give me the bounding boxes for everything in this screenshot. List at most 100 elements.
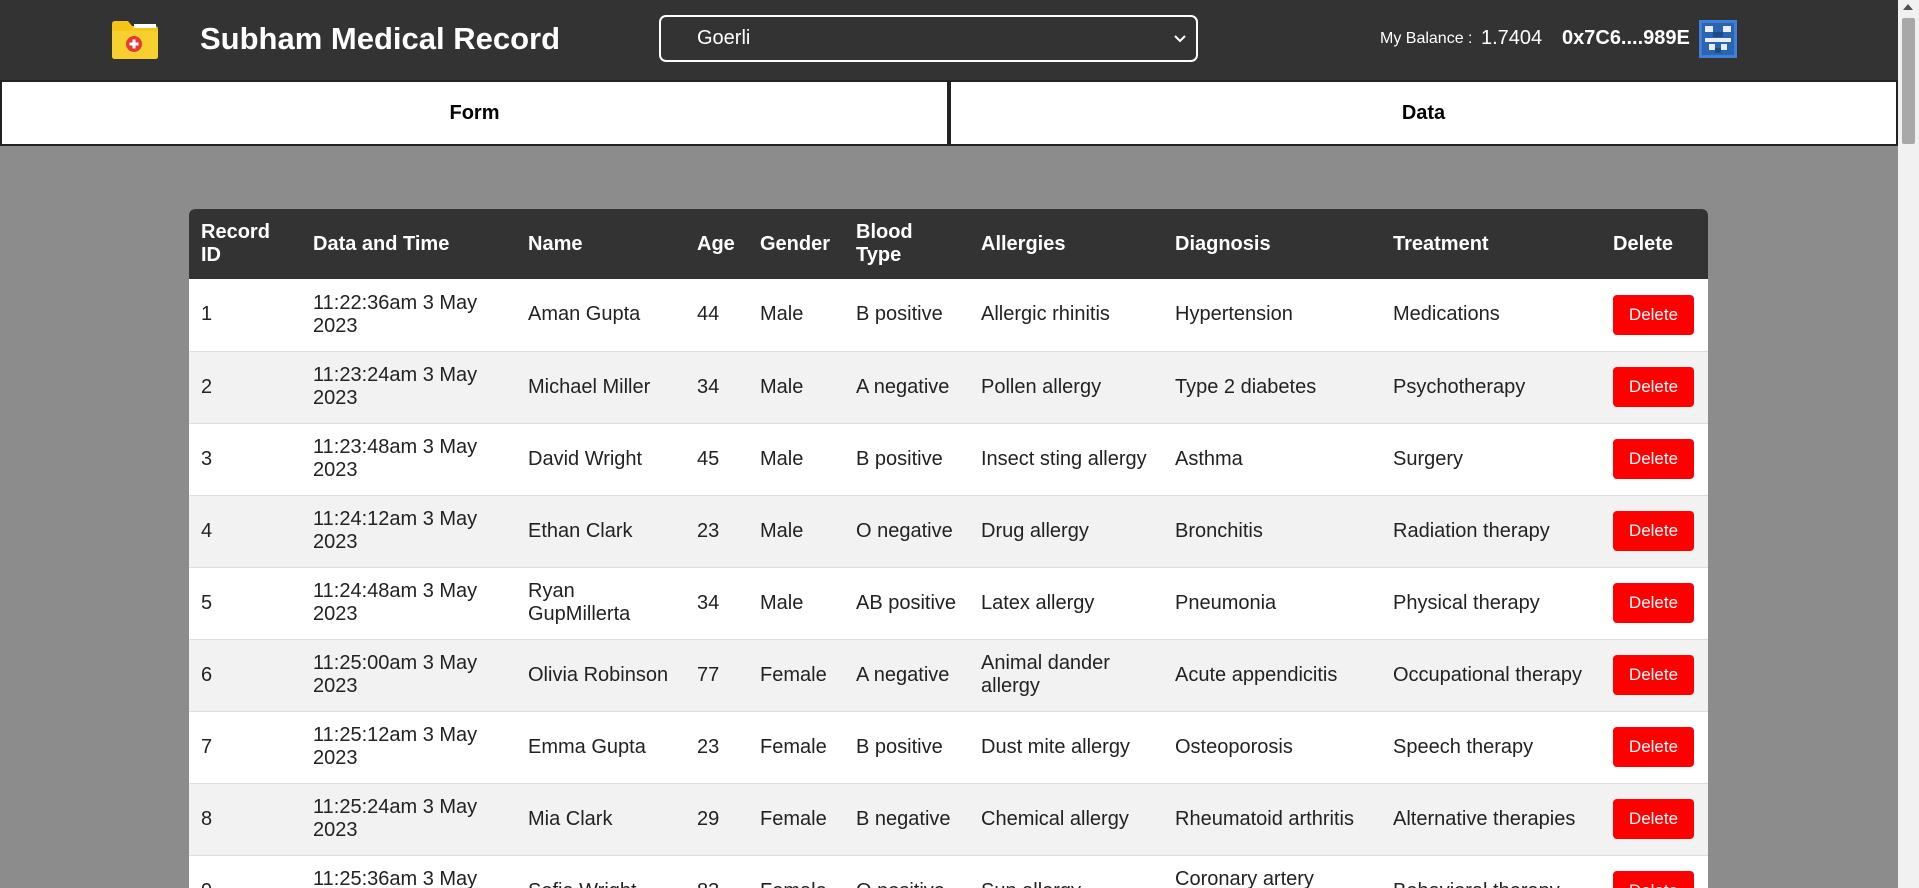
delete-button[interactable]: Delete xyxy=(1613,511,1694,551)
table-row: 1 11:22:36am 3 May 2023 Aman Gupta 44 Male B … xyxy=(189,279,1708,351)
record-id-cell: 2 xyxy=(201,375,213,398)
name-cell: Ryan GupMillerta xyxy=(528,580,631,625)
treatment-cell: Psychotherapy xyxy=(1393,375,1526,398)
record-id-cell: 4 xyxy=(201,519,213,542)
network-select[interactable]: Goerli xyxy=(659,15,1198,62)
datetime-cell: 11:24:12am 3 May 2023 xyxy=(313,508,478,553)
record-id-cell: 5 xyxy=(201,591,213,614)
delete-cell: Delete xyxy=(1601,279,1708,351)
datetime-cell: 11:24:48am 3 May 2023 xyxy=(313,580,478,625)
delete-cell: Delete xyxy=(1601,855,1708,888)
age-cell: 23 xyxy=(697,735,720,758)
diagnosis-cell: Rheumatoid arthritis xyxy=(1175,807,1354,830)
treatment-cell: Behavioral therapy xyxy=(1381,855,1601,888)
delete-button[interactable]: Delete xyxy=(1613,367,1694,407)
age-cell: 83 xyxy=(685,855,748,888)
table-row: 5 11:24:48am 3 May 2023 Ryan GupMillerta 34… xyxy=(189,567,1708,639)
table-row: 8 11:25:24am 3 May 2023 Mia Clark 29 Female B… xyxy=(189,783,1708,855)
tab-form[interactable]: Form xyxy=(0,80,949,146)
datetime-cell: 11:25:12am 3 May 2023 xyxy=(313,724,478,769)
records-table-container: Record ID Data and Time Name Age Gender … xyxy=(189,209,1708,888)
app-title: Subham Medical Record xyxy=(200,21,561,56)
gender-cell: Male xyxy=(760,591,804,614)
scroll-up-arrow-icon[interactable] xyxy=(1903,4,1913,10)
gender-cell: Male xyxy=(760,303,804,326)
age-cell: 29 xyxy=(697,807,720,830)
blood-type-cell: O negative xyxy=(856,519,953,542)
blood-type-cell: B positive xyxy=(856,447,943,470)
datetime-cell: 11:25:36am 3 May 2023 xyxy=(313,868,478,888)
page-scrollbar[interactable] xyxy=(1898,0,1919,888)
delete-button[interactable]: Delete xyxy=(1613,799,1694,839)
top-header: Subham Medical Record Goerli My Balance … xyxy=(0,0,1898,80)
allergies-cell: Dust mite allergy xyxy=(981,735,1130,758)
column-header: Record ID xyxy=(201,221,270,266)
blood-type-cell: A negative xyxy=(856,375,950,398)
record-id-cell: 7 xyxy=(201,735,213,758)
delete-button[interactable]: Delete xyxy=(1613,294,1694,335)
diagnosis-cell: Bronchitis xyxy=(1175,519,1263,542)
diagnosis-cell: Osteoporosis xyxy=(1175,735,1293,758)
record-id-cell: 9 xyxy=(189,855,301,888)
column-header: Gender xyxy=(760,232,831,255)
column-header: Treatment xyxy=(1393,232,1489,255)
gender-cell: Female xyxy=(748,855,844,888)
blood-type-cell: A negative xyxy=(856,663,950,686)
wallet-avatar-icon[interactable] xyxy=(1699,20,1737,58)
tab-data[interactable]: Data xyxy=(949,80,1898,146)
delete-cell: Delete xyxy=(1601,351,1708,423)
gender-cell: Male xyxy=(760,447,804,470)
name-cell: David Wright xyxy=(528,447,643,470)
record-id-cell: 6 xyxy=(201,663,213,686)
table-row: 7 11:25:12am 3 May 2023 Emma Gupta 23 Female… xyxy=(189,711,1708,783)
blood-type-cell: B positive xyxy=(856,303,943,326)
name-cell: Sofia Wright xyxy=(516,855,685,888)
delete-button[interactable]: Delete xyxy=(1613,727,1694,767)
table-row: 9 11:25:36am 3 May 2023 Sofia Wright83Fema… xyxy=(189,855,1708,888)
diagnosis-cell: Type 2 diabetes xyxy=(1175,375,1317,398)
name-cell: Emma Gupta xyxy=(528,735,646,758)
record-id-cell: 1 xyxy=(201,303,213,326)
delete-button[interactable]: Delete xyxy=(1613,439,1694,479)
network-selected-value: Goerli xyxy=(697,27,751,49)
datetime-cell: 11:23:24am 3 May 2023 xyxy=(313,364,478,409)
gender-cell: Female xyxy=(760,663,827,686)
gender-cell: Female xyxy=(760,735,827,758)
column-header: Data and Time xyxy=(313,232,450,255)
gender-cell: Male xyxy=(760,375,804,398)
age-cell: 45 xyxy=(697,447,720,470)
datetime-cell: 11:22:36am 3 May 2023 xyxy=(313,291,478,337)
record-id-cell: 8 xyxy=(201,807,213,830)
tab-bar: Form Data xyxy=(0,80,1898,146)
record-id-cell: 3 xyxy=(201,447,213,470)
delete-cell: Delete xyxy=(1601,711,1708,783)
scroll-thumb[interactable] xyxy=(1902,18,1915,144)
allergies-cell: Sun allergy xyxy=(969,855,1163,888)
table-header-row: Record ID Data and Time Name Age Gender … xyxy=(189,209,1708,279)
medical-folder-icon xyxy=(112,21,158,59)
delete-button[interactable]: Delete xyxy=(1613,871,1694,888)
gender-cell: Male xyxy=(760,519,804,542)
treatment-cell: Physical therapy xyxy=(1393,591,1540,614)
age-cell: 34 xyxy=(697,375,720,398)
delete-cell: Delete xyxy=(1601,495,1708,567)
allergies-cell: Animal dander allergy xyxy=(981,652,1110,697)
allergies-cell: Chemical allergy xyxy=(981,807,1129,830)
name-cell: Mia Clark xyxy=(528,807,613,830)
column-header: Delete xyxy=(1613,232,1674,255)
delete-button[interactable]: Delete xyxy=(1613,583,1694,623)
blood-type-cell: B positive xyxy=(856,735,943,758)
column-header: Age xyxy=(697,232,735,255)
records-table: Record ID Data and Time Name Age Gender … xyxy=(189,209,1708,888)
datetime-cell: 11:25:24am 3 May 2023 xyxy=(313,796,478,841)
delete-button[interactable]: Delete xyxy=(1613,655,1694,695)
blood-type-cell: O positive xyxy=(844,855,969,888)
name-cell: Aman Gupta xyxy=(528,303,641,326)
wallet-address[interactable]: 0x7C6....989E xyxy=(1562,27,1690,50)
gender-cell: Female xyxy=(760,807,827,830)
allergies-cell: Drug allergy xyxy=(981,519,1089,542)
allergies-cell: Insect sting allergy xyxy=(981,447,1147,470)
delete-cell: Delete xyxy=(1601,423,1708,495)
delete-cell: Delete xyxy=(1601,567,1708,639)
balance-value: 1.7404 xyxy=(1481,27,1543,49)
